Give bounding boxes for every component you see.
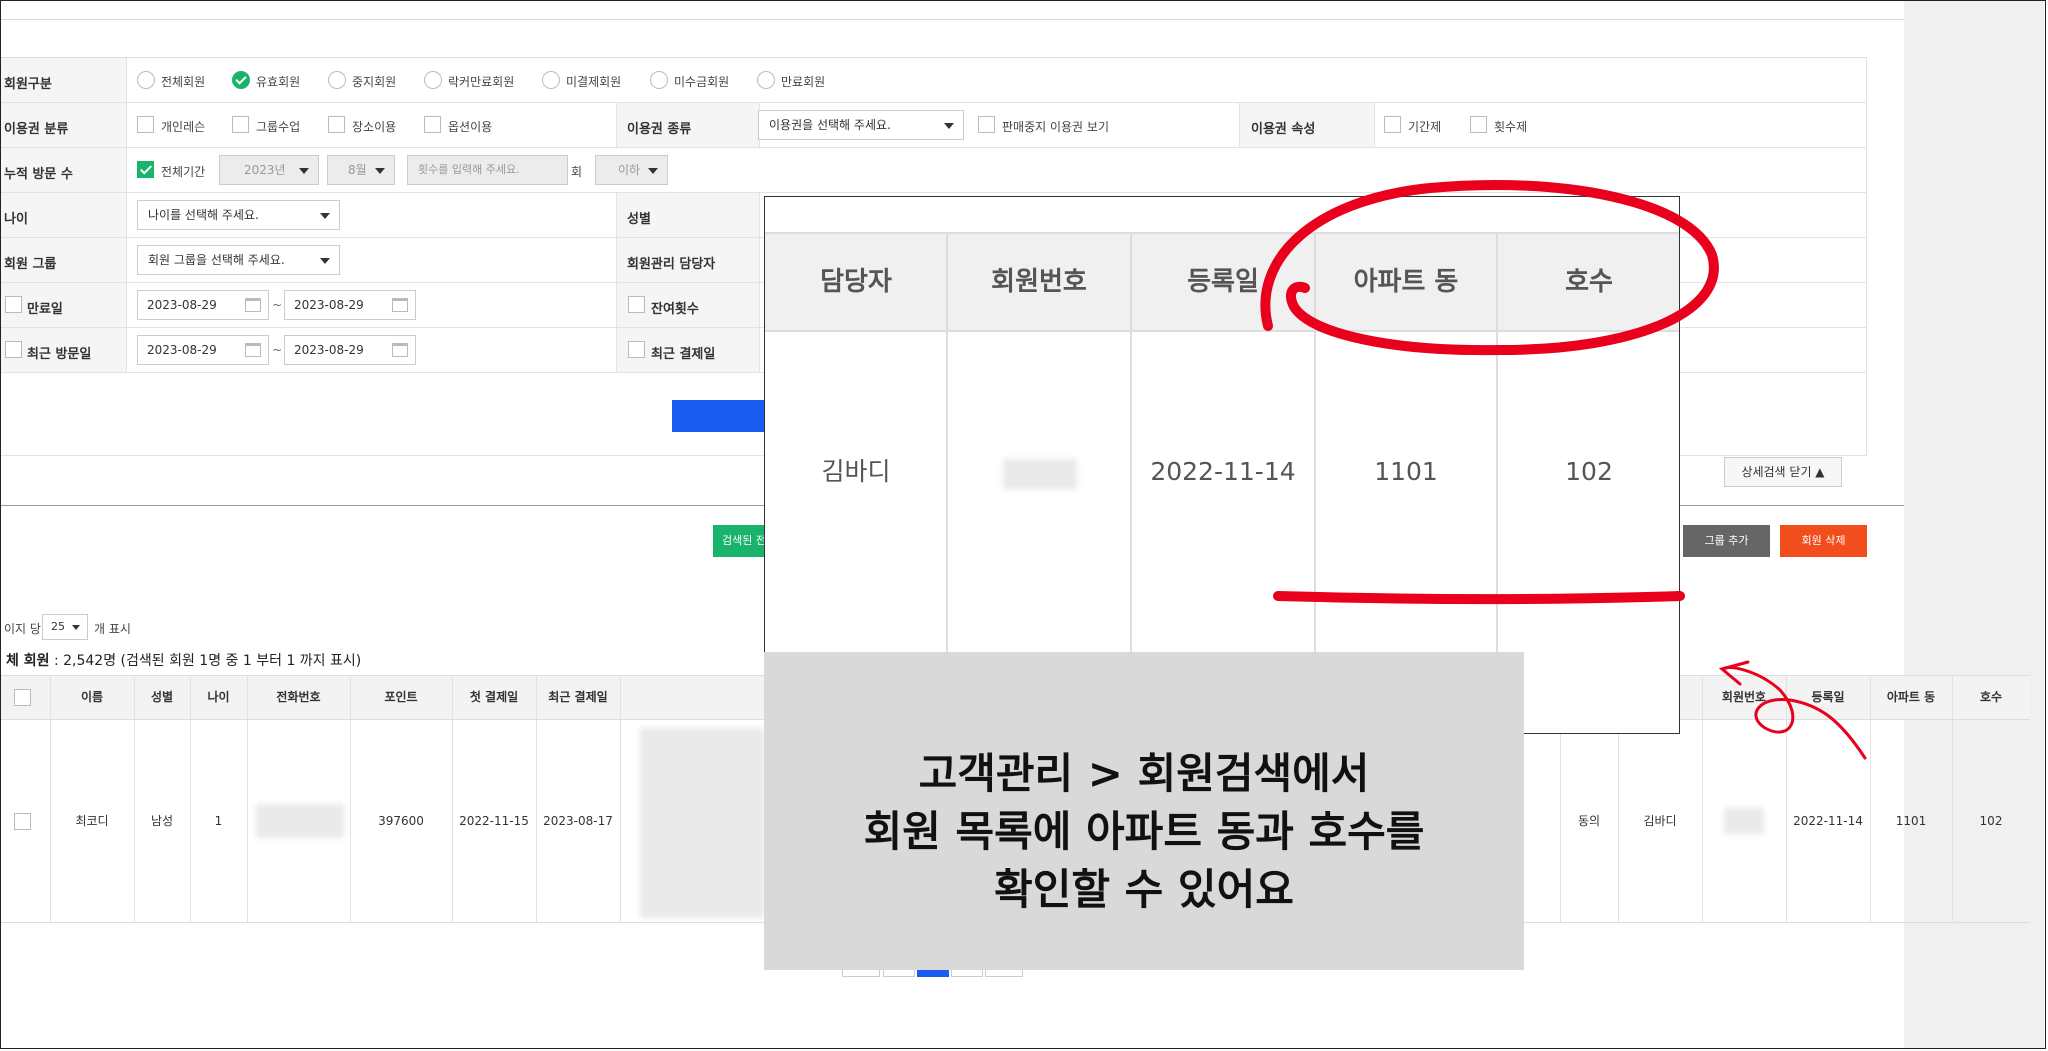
annotation-underline bbox=[1273, 591, 1685, 604]
annotation-circle bbox=[1260, 179, 1719, 356]
annotation-layer bbox=[1260, 179, 1867, 760]
annotation-arrow bbox=[1723, 666, 1867, 760]
annotation-arrowhead bbox=[1718, 660, 1750, 686]
